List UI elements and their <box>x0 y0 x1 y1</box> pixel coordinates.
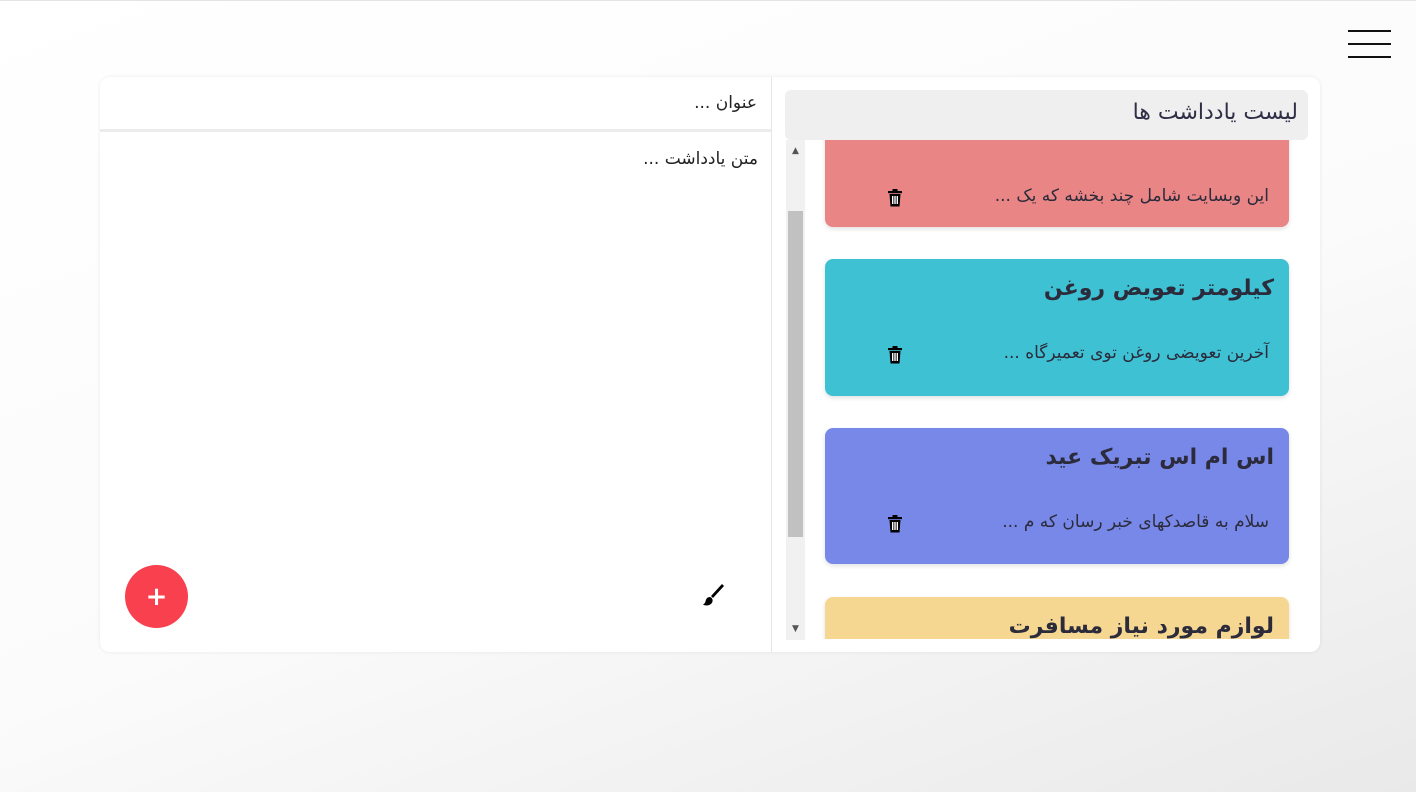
notes-app: + لیست یادداشت ها ▲ ▼ این وبسایت شامل چن… <box>100 77 1320 652</box>
note-body-input[interactable] <box>100 134 771 554</box>
notes-scrollbar[interactable]: ▲ ▼ <box>786 140 805 640</box>
note-card[interactable]: این وبسایت شامل چند بخشه که یک ... <box>825 140 1289 227</box>
notes-list: این وبسایت شامل چند بخشه که یک ... کیلوم… <box>805 140 1310 639</box>
panel-divider <box>771 77 772 652</box>
note-title: کیلومتر تعویض روغن <box>1043 276 1274 301</box>
note-preview-text: این وبسایت شامل چند بخشه که یک ... <box>994 186 1269 206</box>
hamburger-line <box>1348 43 1391 45</box>
notes-list-header: لیست یادداشت ها <box>785 90 1308 140</box>
paint-brush-icon[interactable] <box>702 582 726 608</box>
note-preview-text: سلام به قاصدکهای خبر رسان که م ... <box>1002 512 1269 532</box>
note-title: اس ام اس تبریک عید <box>1045 445 1274 470</box>
scroll-up-arrow-icon[interactable]: ▲ <box>786 142 805 160</box>
trash-icon[interactable] <box>887 515 903 533</box>
hamburger-line <box>1348 56 1391 58</box>
scroll-down-arrow-icon[interactable]: ▼ <box>786 620 805 638</box>
note-title-input[interactable] <box>100 77 771 132</box>
scroll-thumb[interactable] <box>788 211 803 537</box>
note-card[interactable]: لوازم مورد نیاز مسافرت <box>825 597 1289 639</box>
trash-icon[interactable] <box>887 189 903 207</box>
note-editor: + <box>100 77 771 652</box>
hamburger-line <box>1348 30 1391 32</box>
add-note-button[interactable]: + <box>125 565 188 628</box>
note-preview-text: آخرین تعویضی روغن توی تعمیرگاه ... <box>1003 343 1269 363</box>
note-card[interactable]: کیلومتر تعویض روغن آخرین تعویضی روغن توی… <box>825 259 1289 396</box>
note-card[interactable]: اس ام اس تبریک عید سلام به قاصدکهای خبر … <box>825 428 1289 564</box>
hamburger-menu-icon[interactable] <box>1348 30 1391 59</box>
note-title: لوازم مورد نیاز مسافرت <box>1008 614 1274 639</box>
trash-icon[interactable] <box>887 346 903 364</box>
